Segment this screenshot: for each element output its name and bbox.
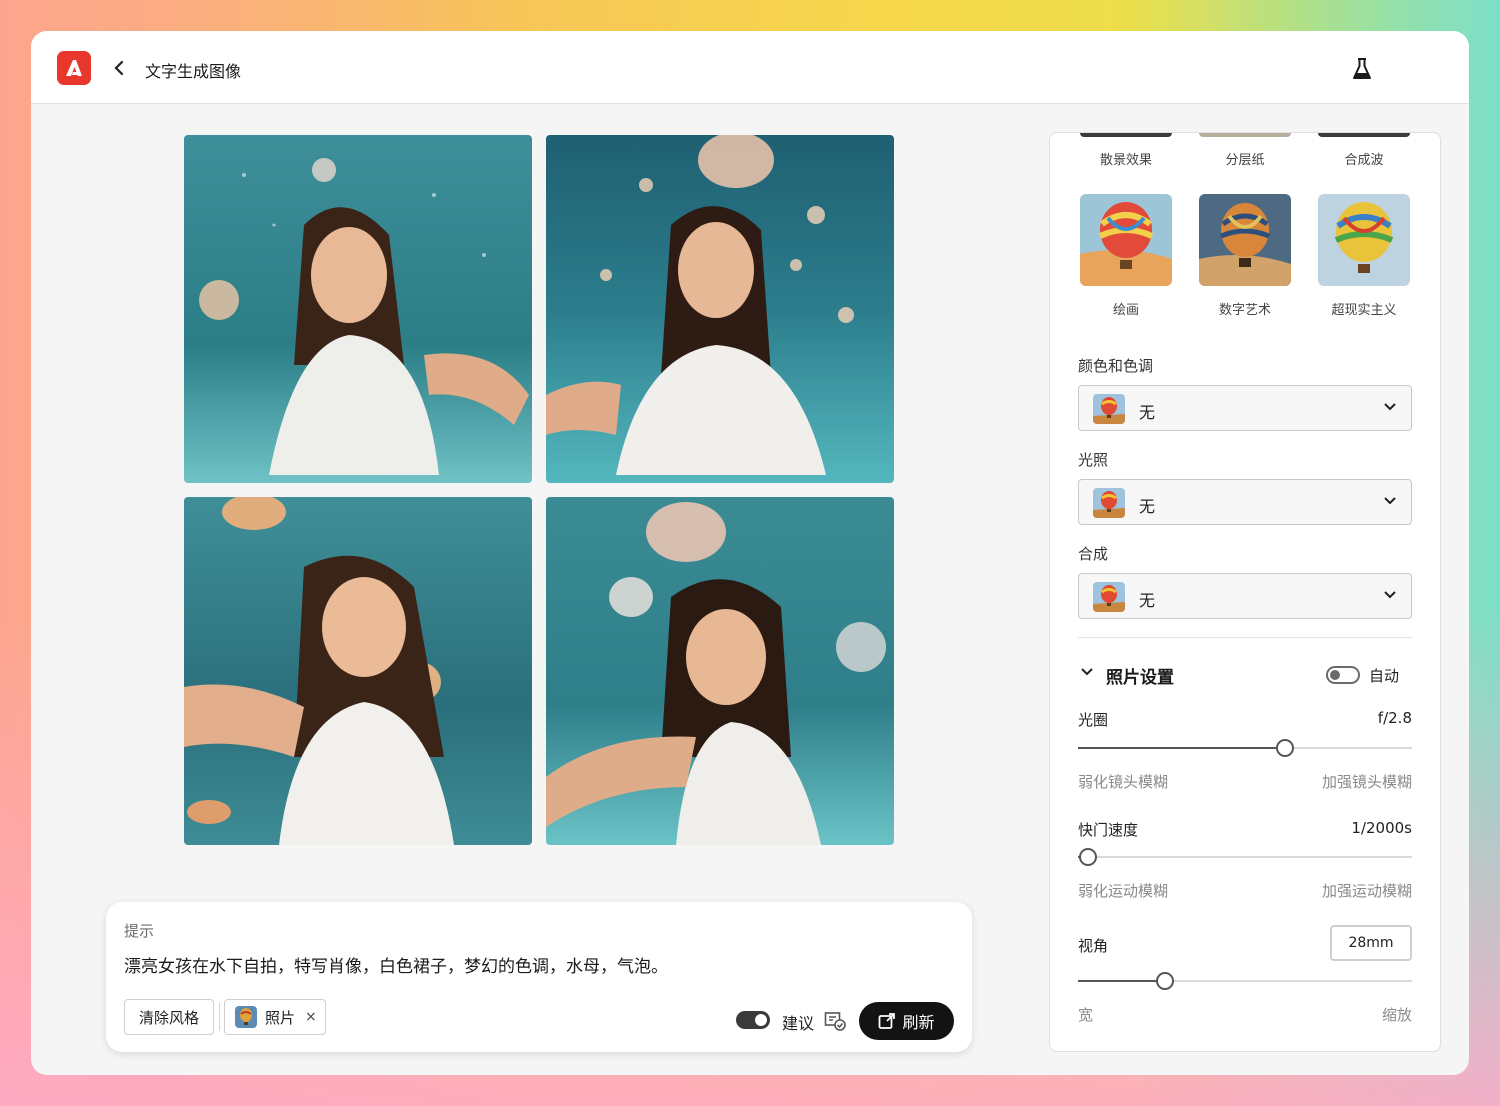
generated-image-4[interactable] xyxy=(546,497,894,845)
style-thumb-painting[interactable] xyxy=(1080,194,1172,286)
aperture-slider[interactable] xyxy=(1078,739,1412,757)
aperture-min-hint: 弱化镜头模糊 xyxy=(1078,773,1169,791)
refresh-label: 刷新 xyxy=(902,1013,935,1032)
settings-panel: 散景效果 分层纸 合成波 绘画 数字艺术 超现实主义 颜色和色调 无 光照 无 … xyxy=(1049,132,1441,1052)
section-divider xyxy=(1078,637,1412,638)
shutter-min-hint: 弱化运动模糊 xyxy=(1078,882,1169,900)
aperture-value: f/2.8 xyxy=(1377,709,1412,727)
balloon-thumb-icon xyxy=(1093,394,1125,424)
fov-slider[interactable] xyxy=(1078,972,1412,990)
aperture-label: 光圈 xyxy=(1078,711,1109,729)
fov-input[interactable]: 28mm xyxy=(1330,925,1412,961)
style-label-digital-art[interactable]: 数字艺术 xyxy=(1185,299,1305,318)
composition-dropdown[interactable]: 无 xyxy=(1078,573,1412,619)
fov-min-hint: 宽 xyxy=(1078,1006,1094,1024)
style-thumb-stub xyxy=(1318,133,1410,137)
photo-settings-title[interactable]: 照片设置 xyxy=(1106,663,1174,688)
fov-label: 视角 xyxy=(1078,937,1109,955)
color-tone-value: 无 xyxy=(1139,403,1156,422)
chip-divider xyxy=(219,1003,220,1031)
remove-chip-icon[interactable]: × xyxy=(305,1009,317,1025)
slider-handle[interactable] xyxy=(1156,972,1174,990)
style-label-synthwave[interactable]: 合成波 xyxy=(1304,149,1424,168)
adobe-logo-icon[interactable] xyxy=(57,51,91,85)
prompt-panel: 提示 漂亮女孩在水下自拍，特写肖像，白色裙子，梦幻的色调，水母，气泡。 清除风格… xyxy=(106,902,972,1052)
style-chip-label: 照片 xyxy=(265,1008,296,1027)
balloon-thumb-icon xyxy=(235,1006,257,1028)
style-label-bokeh[interactable]: 散景效果 xyxy=(1066,149,1186,168)
style-label-surrealism[interactable]: 超现实主义 xyxy=(1304,299,1424,318)
style-thumb-stub xyxy=(1199,133,1291,137)
style-thumb-stub xyxy=(1080,133,1172,137)
refresh-icon xyxy=(879,1013,896,1029)
color-tone-label: 颜色和色调 xyxy=(1078,357,1154,375)
chevron-down-icon xyxy=(1384,497,1396,505)
lighting-value: 无 xyxy=(1139,497,1156,516)
slider-fill xyxy=(1078,980,1165,982)
suggest-toggle[interactable] xyxy=(736,1011,770,1029)
refresh-button[interactable]: 刷新 xyxy=(859,1002,954,1040)
style-thumb-digital-art[interactable] xyxy=(1199,194,1291,286)
aperture-max-hint: 加强镜头模糊 xyxy=(1321,773,1412,791)
shutter-slider[interactable] xyxy=(1078,848,1412,866)
auto-label: 自动 xyxy=(1369,667,1400,685)
top-bar: 文字生成图像 xyxy=(31,31,1469,104)
generated-image-1[interactable] xyxy=(184,135,532,483)
prompt-input[interactable]: 漂亮女孩在水下自拍，特写肖像，白色裙子，梦幻的色调，水母，气泡。 xyxy=(124,952,668,977)
style-label-layered-paper[interactable]: 分层纸 xyxy=(1185,149,1305,168)
shutter-label: 快门速度 xyxy=(1078,821,1139,839)
lighting-label: 光照 xyxy=(1078,451,1109,469)
generated-image-2[interactable] xyxy=(546,135,894,483)
suggest-label: 建议 xyxy=(782,1014,815,1033)
shutter-max-hint: 加强运动模糊 xyxy=(1321,882,1412,900)
auto-toggle[interactable] xyxy=(1326,666,1360,684)
composition-value: 无 xyxy=(1139,591,1156,610)
prompt-label: 提示 xyxy=(124,922,155,940)
color-tone-dropdown[interactable]: 无 xyxy=(1078,385,1412,431)
composition-label: 合成 xyxy=(1078,545,1109,563)
shutter-value: 1/2000s xyxy=(1351,819,1412,837)
app-window: 文字生成图像 提示 漂亮女孩在水下自拍，特写肖像，白色裙子，梦幻的色调，水母，气… xyxy=(31,31,1469,1075)
flask-icon[interactable] xyxy=(1351,57,1373,81)
page-title: 文字生成图像 xyxy=(145,62,242,81)
chevron-down-icon xyxy=(1384,403,1396,411)
style-chip-photo[interactable]: 照片 × xyxy=(224,999,326,1035)
slider-fill xyxy=(1078,747,1285,749)
style-label-painting[interactable]: 绘画 xyxy=(1066,299,1186,318)
chevron-down-icon[interactable] xyxy=(1080,667,1094,677)
back-chevron-icon[interactable] xyxy=(111,58,127,78)
style-thumb-surrealism[interactable] xyxy=(1318,194,1410,286)
balloon-thumb-icon xyxy=(1093,488,1125,518)
slider-handle[interactable] xyxy=(1276,739,1294,757)
chevron-down-icon xyxy=(1384,591,1396,599)
fov-max-hint: 缩放 xyxy=(1381,1006,1412,1024)
generated-image-3[interactable] xyxy=(184,497,532,845)
slider-handle[interactable] xyxy=(1079,848,1097,866)
clear-style-button[interactable]: 清除风格 xyxy=(124,999,214,1035)
balloon-thumb-icon xyxy=(1093,582,1125,612)
lighting-dropdown[interactable]: 无 xyxy=(1078,479,1412,525)
suggest-settings-icon[interactable] xyxy=(824,1011,846,1031)
